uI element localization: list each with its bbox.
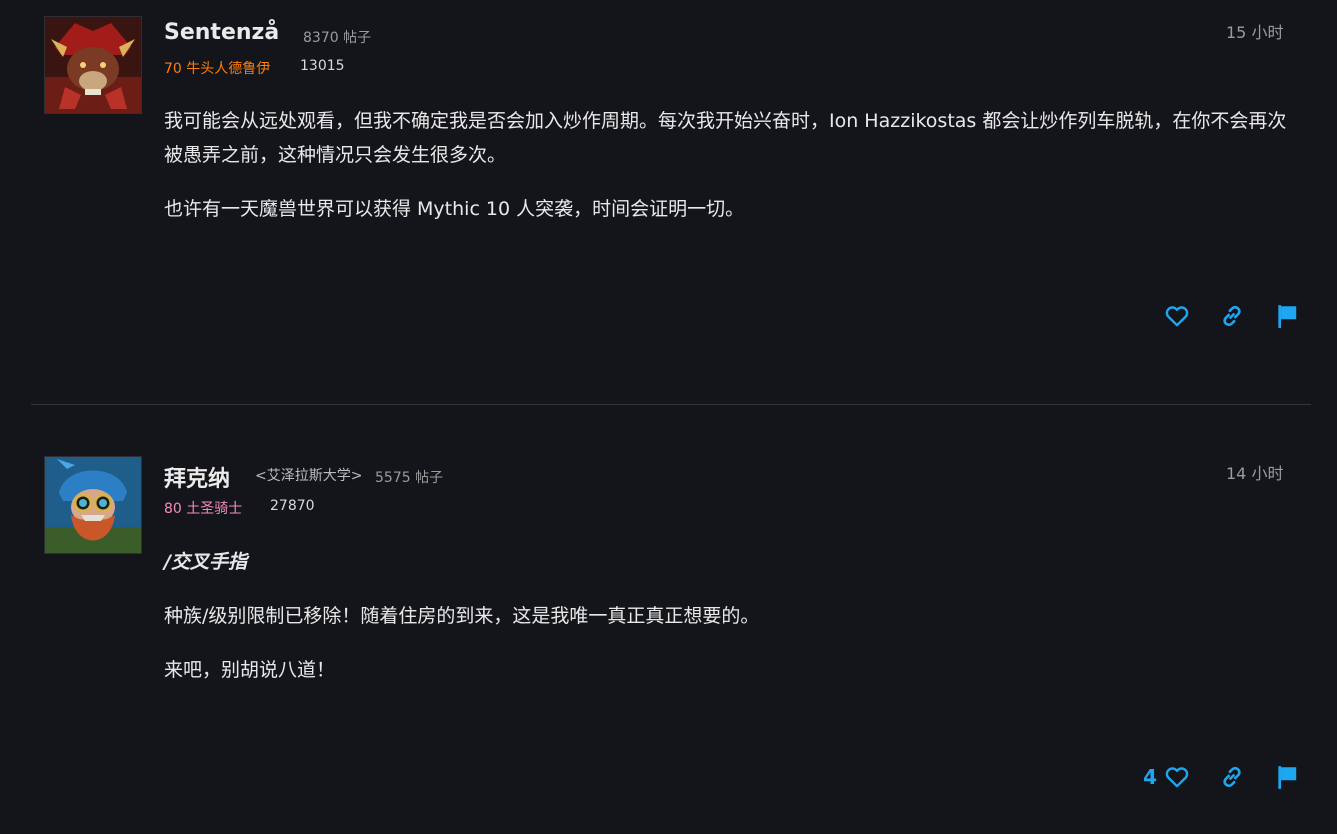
forum-thread: Sentenzå 8370 帖子 70 牛头人德鲁伊 13015 15 小时 我… (0, 0, 1337, 834)
character-info[interactable]: 70 牛头人德鲁伊 (164, 58, 270, 78)
link-icon (1223, 305, 1241, 327)
dwarf-avatar-image (45, 457, 141, 553)
link-icon (1223, 766, 1241, 788)
heart-icon (1165, 767, 1189, 788)
like-count[interactable]: 4 (1143, 765, 1157, 789)
post-timestamp[interactable]: 15 小时 (1226, 19, 1283, 43)
forum-post: Sentenzå 8370 帖子 70 牛头人德鲁伊 13015 15 小时 我… (0, 0, 1337, 404)
achievement-points: 13015 (300, 58, 345, 74)
share-link-button[interactable] (1218, 302, 1246, 330)
like-button[interactable] (1163, 302, 1191, 330)
flag-button[interactable] (1273, 763, 1301, 791)
flag-icon (1278, 766, 1297, 789)
post-paragraph: 我可能会从远处观看，但我不确定我是否会加入炒作周期。每次我开始兴奋时，Ion H… (164, 110, 1287, 166)
character-info[interactable]: 80 土圣骑士 (164, 498, 242, 518)
post-paragraph: 也许有一天魔兽世界可以获得 Mythic 10 人突袭，时间会证明一切。 (164, 198, 745, 220)
guild-name[interactable]: <艾泽拉斯大学> (255, 465, 362, 485)
post-body: 我可能会从远处观看，但我不确定我是否会加入炒作周期。每次我开始兴奋时，Ion H… (164, 104, 1304, 246)
post-count: 8370 帖子 (303, 30, 372, 46)
heart-icon (1165, 306, 1189, 327)
avatar[interactable] (44, 16, 142, 114)
author-name[interactable]: 拜克纳 (164, 461, 230, 493)
author-name[interactable]: Sentenzå (164, 20, 279, 45)
share-link-button[interactable] (1218, 763, 1246, 791)
like-button[interactable] (1163, 763, 1191, 791)
flag-icon (1278, 305, 1297, 328)
post-paragraph: 来吧，别胡说八道！ (164, 659, 336, 681)
post-timestamp[interactable]: 14 小时 (1226, 460, 1283, 484)
avatar[interactable] (44, 456, 142, 554)
flag-button[interactable] (1273, 302, 1301, 330)
achievement-points: 27870 (270, 498, 315, 514)
post-body: /交叉手指 种族/级别限制已移除！随着住房的到来，这是我唯一真正真正想要的。 来… (164, 545, 1304, 707)
post-actions: 4 (1143, 759, 1301, 795)
post-paragraph: 种族/级别限制已移除！随着住房的到来，这是我唯一真正真正想要的。 (164, 605, 760, 627)
post-actions (1163, 298, 1301, 334)
post-emote: /交叉手指 (164, 551, 247, 573)
tauren-avatar-image (45, 17, 141, 113)
forum-post: 拜克纳 <艾泽拉斯大学> 5575 帖子 80 土圣骑士 27870 14 小时… (0, 405, 1337, 834)
post-count: 5575 帖子 (375, 470, 444, 486)
